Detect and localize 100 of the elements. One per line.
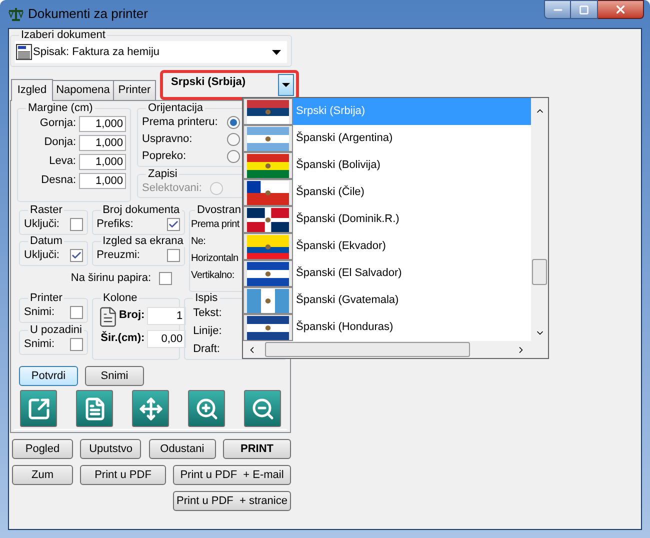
- checkbox[interactable]: [70, 306, 83, 319]
- group-title: Orijentacija: [147, 102, 204, 114]
- group-title: Izaberi dokument: [20, 29, 106, 41]
- radio-button[interactable]: [227, 116, 240, 129]
- language-option[interactable]: Španski (Ekvador): [243, 233, 531, 260]
- flag-icon: [247, 208, 289, 232]
- field-label: Selektovani:: [142, 180, 203, 196]
- expand-icon: [26, 396, 50, 420]
- field-label: Uključi:: [24, 248, 60, 264]
- close-icon: [614, 3, 627, 16]
- option-label: Španski (Argentina): [295, 130, 394, 146]
- button[interactable]: Print u PDF: [80, 465, 166, 485]
- field-label: Donja:: [44, 135, 76, 150]
- group-title: Printer: [29, 292, 64, 304]
- scales-icon: [8, 7, 24, 21]
- tab[interactable]: Printer: [113, 80, 156, 100]
- language-combo-box[interactable]: Srpski (Srbija): [160, 70, 299, 100]
- tab[interactable]: Napomena: [52, 80, 114, 100]
- number-field[interactable]: 1,000: [79, 172, 126, 188]
- dropdown-value: Spisak: Faktura za hemiju: [33, 44, 160, 60]
- radio-button[interactable]: [227, 133, 240, 146]
- field-label: Prema print: [191, 219, 240, 230]
- option-label: Srpski (Srbija): [293, 98, 531, 125]
- option-label: Španski (Čile): [295, 184, 366, 200]
- group-title: Ispis: [194, 292, 219, 304]
- maximize-icon: [579, 4, 589, 14]
- language-option[interactable]: Španski (Gvatemala): [243, 287, 531, 314]
- horizontal-scrollbar[interactable]: [243, 341, 548, 358]
- option-label: Španski (Honduras): [295, 319, 394, 335]
- toolbar-button[interactable]: [132, 390, 169, 427]
- scroll-thumb[interactable]: [532, 259, 547, 285]
- checkbox[interactable]: [167, 249, 180, 262]
- scroll-thumb[interactable]: [265, 342, 470, 357]
- button[interactable]: Snimi: [85, 366, 144, 386]
- number-field[interactable]: 1,000: [79, 134, 126, 150]
- language-option[interactable]: Španski (Bolivija): [243, 152, 531, 179]
- minimize-button[interactable]: [544, 0, 571, 19]
- checkbox[interactable]: [70, 249, 83, 262]
- field-label: Tekst:: [193, 307, 222, 319]
- zoom-out-icon: [250, 396, 274, 420]
- field-label: Popreko:: [142, 149, 188, 164]
- move-icon: [138, 396, 162, 420]
- close-button[interactable]: [598, 0, 644, 19]
- button[interactable]: PRINT: [222, 439, 291, 459]
- toolbar-button[interactable]: [76, 390, 113, 427]
- toolbar-button[interactable]: [188, 390, 225, 427]
- checkbox[interactable]: [70, 218, 83, 231]
- vertical-scrollbar[interactable]: [531, 98, 548, 341]
- button[interactable]: Print u PDF + stranice: [173, 491, 291, 511]
- flag-icon: [247, 234, 289, 258]
- toolbar-button[interactable]: [20, 390, 57, 427]
- group-title: Izgled sa ekrana: [102, 235, 184, 247]
- maximize-button[interactable]: [571, 0, 598, 19]
- flag-icon: [247, 154, 289, 178]
- checkbox[interactable]: [159, 272, 172, 284]
- flag-icon: [247, 126, 289, 150]
- number-field[interactable]: 1,000: [79, 116, 126, 132]
- language-option[interactable]: Španski (Čile): [243, 179, 531, 206]
- group-title: Dvostran: [196, 204, 242, 216]
- field-label: Snimi:: [24, 305, 55, 320]
- language-option[interactable]: Španski (Argentina): [243, 125, 531, 152]
- group-title: Broj dokumenta: [102, 204, 181, 216]
- button[interactable]: Pogled: [12, 439, 73, 459]
- field-label: Leva:: [49, 154, 76, 170]
- language-option[interactable]: Španski (El Salvador): [243, 260, 531, 287]
- flag-icon: [247, 288, 289, 312]
- button[interactable]: Zum: [12, 465, 73, 485]
- document-dropdown[interactable]: Spisak: Faktura za hemiju: [15, 41, 287, 63]
- button[interactable]: Print u PDF + E-mail: [173, 465, 291, 485]
- number-field[interactable]: 1: [146, 306, 186, 324]
- field-label: Snimi:: [24, 337, 55, 352]
- group-title: Kolone: [102, 292, 138, 304]
- button[interactable]: Odustani: [148, 439, 216, 459]
- flag-icon: [247, 180, 289, 204]
- field-label: Gornja:: [40, 116, 76, 132]
- number-field[interactable]: 0,00: [146, 330, 186, 348]
- field-label: Broj:: [119, 308, 145, 324]
- flag-icon: [247, 316, 289, 340]
- language-option[interactable]: Španski (Dominik.R.): [243, 206, 531, 233]
- button[interactable]: Uputstvo: [80, 439, 142, 459]
- tab[interactable]: Izgled: [11, 79, 53, 101]
- field-label: Vertikalno:: [191, 270, 234, 281]
- field-label: Uspravno:: [142, 132, 194, 148]
- language-option[interactable]: Španski (Honduras): [243, 314, 531, 341]
- caret-icon: [282, 83, 290, 87]
- field-label: Šir.(cm):: [100, 330, 145, 346]
- window-title: Dokumenti za printer: [28, 5, 148, 24]
- button[interactable]: Potvrdi: [19, 366, 78, 386]
- radio-button[interactable]: [227, 150, 240, 163]
- checkbox[interactable]: [70, 338, 83, 351]
- group-title: Datum: [29, 235, 64, 247]
- caret-icon: [272, 50, 281, 54]
- flag-icon: [247, 262, 289, 286]
- option-label: Španski (Ekvador): [295, 238, 387, 254]
- checkbox[interactable]: [167, 218, 180, 231]
- toolbar-button[interactable]: [244, 390, 281, 427]
- option-label: Španski (Bolivija): [295, 157, 382, 173]
- field-label: Prema printeru:: [142, 115, 219, 130]
- group-title: Zapisi: [147, 168, 178, 180]
- number-field[interactable]: 1,000: [79, 154, 126, 170]
